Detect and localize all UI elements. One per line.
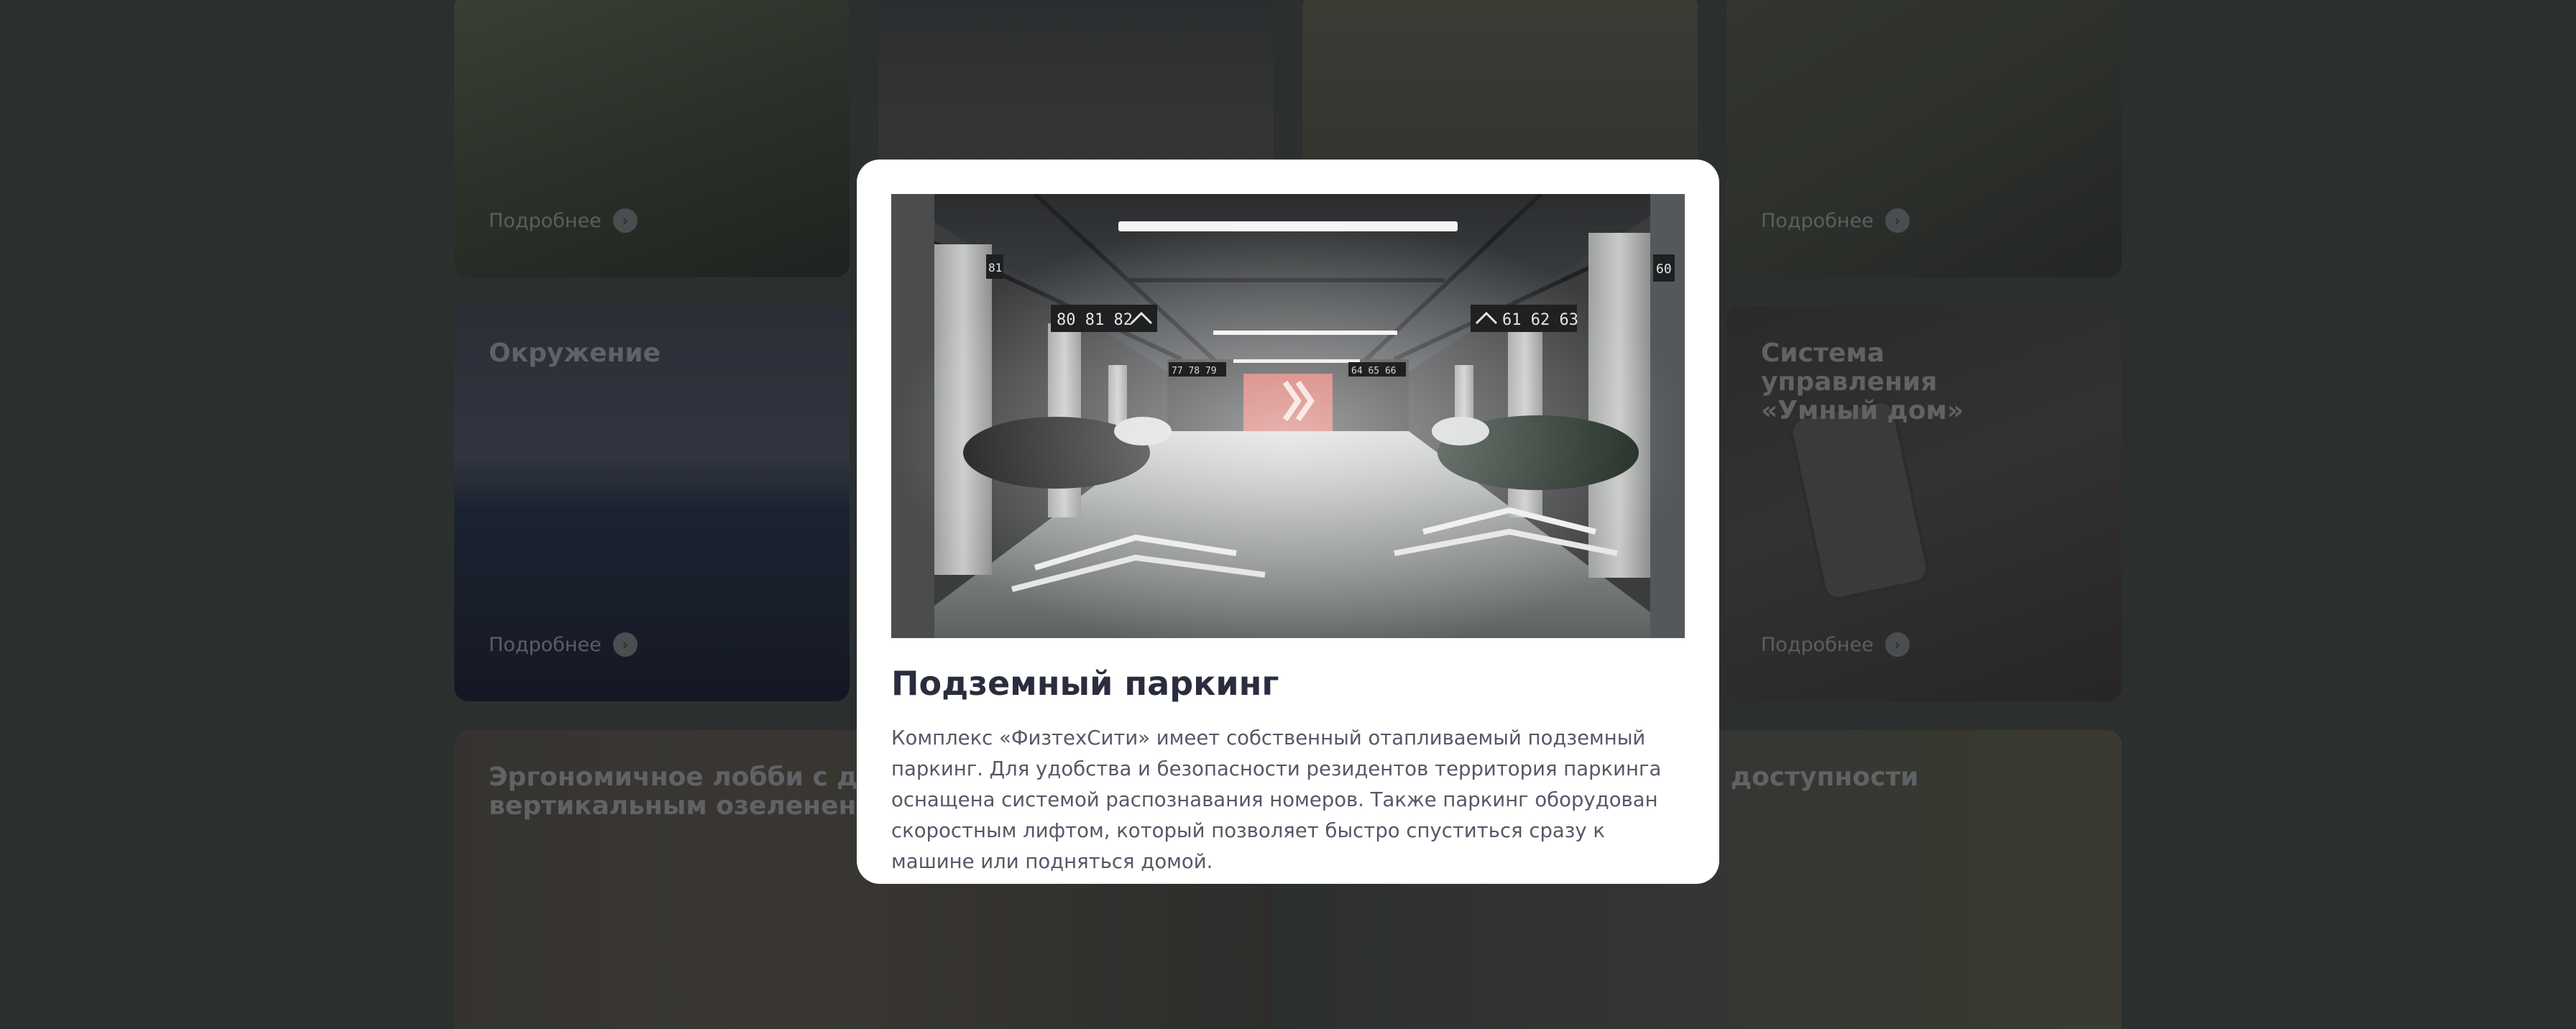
- parking-sign-mid-right: 64 65 66: [1351, 366, 1397, 377]
- chevron-right-icon: ›: [612, 632, 638, 657]
- feature-card-smart-home[interactable]: Система управления «Умный дом» Подробнее…: [1726, 306, 2122, 701]
- chevron-right-icon: ›: [1885, 632, 1910, 657]
- more-link[interactable]: Подробнее ›: [489, 632, 638, 657]
- parking-sign-mid-left: 77 78 79: [1172, 366, 1217, 377]
- more-link[interactable]: Подробнее ›: [489, 208, 638, 233]
- feature-modal: 80 81 82 61 62 63 81 60 77 78 79 64 65 6…: [857, 160, 1719, 884]
- card-title: Система управления «Умный дом»: [1761, 338, 1964, 425]
- more-link[interactable]: Подробнее ›: [1761, 208, 1910, 233]
- card-title: доступности: [1731, 762, 1919, 792]
- parking-sign-left: 80 81 82: [1057, 311, 1133, 329]
- card-image: [454, 0, 850, 277]
- feature-card-building[interactable]: Подробнее ›: [454, 0, 850, 277]
- feature-card-street[interactable]: Подробнее ›: [1726, 0, 2122, 277]
- chevron-right-icon: ›: [1885, 208, 1910, 233]
- modal-description: Комплекс «ФизтехСити» имеет собственный …: [891, 726, 1662, 873]
- more-link[interactable]: Подробнее ›: [1761, 632, 1910, 657]
- modal-title: Подземный паркинг: [891, 664, 1279, 703]
- pillar-number-right: 60: [1656, 262, 1672, 277]
- pillar-number-left: 81: [988, 261, 1002, 274]
- feature-card-environment[interactable]: Окружение Подробнее ›: [454, 306, 850, 701]
- card-title: Окружение: [489, 338, 661, 368]
- parking-illustration: 80 81 82 61 62 63 81 60 77 78 79 64 65 6…: [891, 194, 1685, 638]
- parking-photo: 80 81 82 61 62 63 81 60 77 78 79 64 65 6…: [891, 194, 1685, 638]
- card-image: [1726, 0, 2122, 277]
- parking-sign-right: 61 62 63: [1502, 311, 1578, 329]
- chevron-right-icon: ›: [612, 208, 638, 233]
